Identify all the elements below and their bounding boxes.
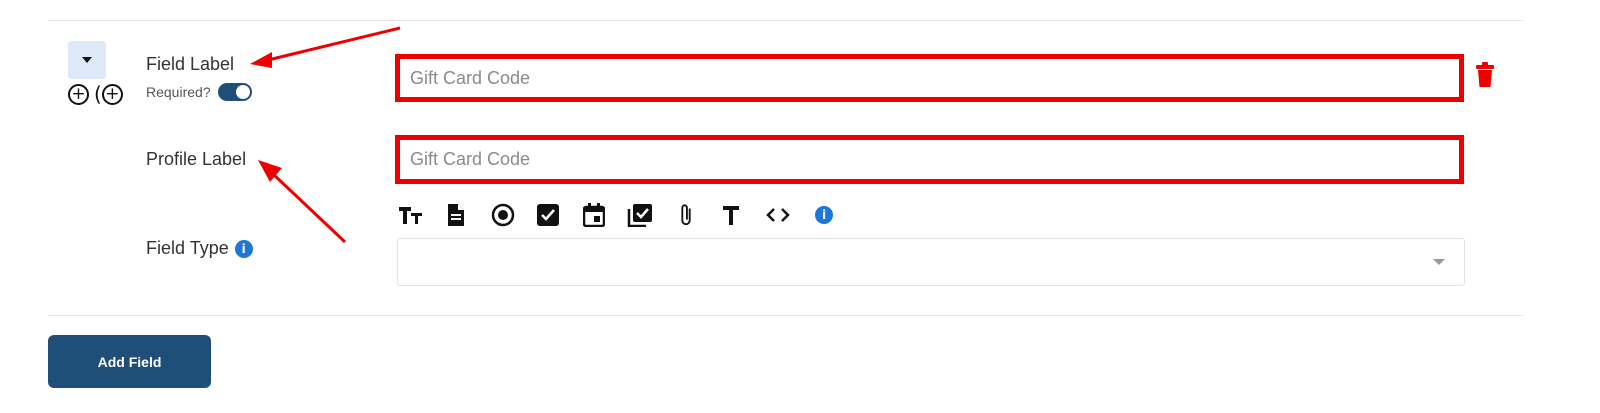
caret-down-icon — [1433, 259, 1445, 265]
calendar-icon[interactable] — [583, 203, 605, 227]
document-icon[interactable] — [447, 203, 465, 227]
code-icon[interactable] — [765, 203, 791, 227]
bottom-divider — [48, 315, 1524, 316]
text-icon[interactable] — [722, 203, 740, 227]
checkbox-icon[interactable] — [537, 203, 559, 227]
field-label-input[interactable] — [395, 54, 1464, 102]
field-type-select[interactable] — [397, 238, 1465, 286]
radio-icon[interactable] — [491, 203, 515, 227]
info-icon[interactable]: i — [815, 203, 833, 227]
multi-checkbox-icon[interactable] — [627, 203, 653, 227]
add-field-button[interactable]: Add Field — [48, 335, 211, 388]
profile-label-input[interactable] — [395, 135, 1464, 184]
text-size-icon[interactable] — [398, 203, 424, 227]
attachment-icon[interactable] — [678, 203, 694, 227]
trash-icon[interactable] — [1474, 62, 1496, 88]
